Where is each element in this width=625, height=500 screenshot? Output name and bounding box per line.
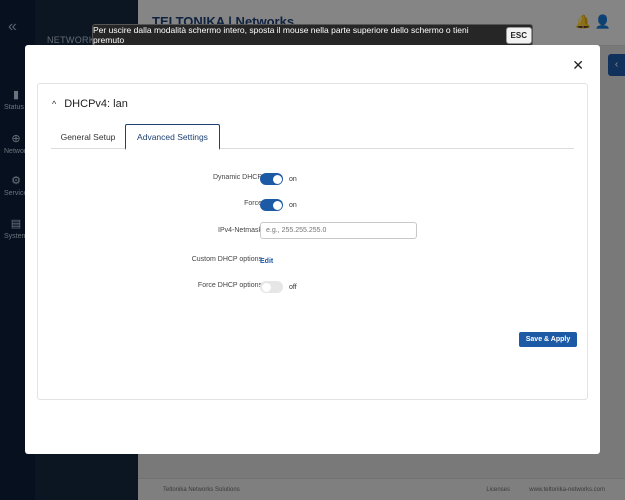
force-state: on: [289, 201, 297, 209]
fullscreen-notice-text: Per uscire dalla modalità schermo intero…: [93, 25, 469, 45]
dhcp-panel: ^ DHCPv4: lan General Setup Advanced Set…: [37, 83, 588, 400]
tab-advanced-settings[interactable]: Advanced Settings: [125, 124, 220, 150]
dynamic-dhcp-label: Dynamic DHCP: [212, 174, 262, 181]
tab-bar: General Setup Advanced Settings: [51, 124, 574, 150]
chevron-up-icon[interactable]: ^: [52, 99, 56, 109]
custom-dhcp-options-label: Custom DHCP options: [191, 256, 262, 263]
force-toggle[interactable]: [260, 199, 283, 211]
ipv4-netmask-label: IPv4-Netmask: [218, 227, 262, 234]
force-dhcp-options-state: off: [289, 283, 297, 291]
section-title: DHCPv4: lan: [64, 98, 128, 110]
dhcp-modal: ✕ ^ DHCPv4: lan General Setup Advanced S…: [25, 45, 600, 454]
force-dhcp-options-row: Force DHCP options off: [38, 280, 587, 294]
esc-key-badge: ESC: [505, 26, 532, 44]
section-header[interactable]: ^ DHCPv4: lan: [52, 98, 128, 110]
ipv4-netmask-row: IPv4-Netmask: [38, 221, 587, 239]
force-row: Force on: [38, 198, 587, 212]
fullscreen-notice: Per uscire dalla modalità schermo intero…: [92, 24, 533, 46]
dynamic-dhcp-state: on: [289, 175, 297, 183]
dynamic-dhcp-row: Dynamic DHCP on: [38, 172, 587, 186]
force-dhcp-options-label: Force DHCP options: [197, 282, 262, 289]
edit-link[interactable]: Edit: [260, 258, 273, 265]
force-dhcp-options-toggle[interactable]: [260, 281, 283, 293]
tab-general-setup[interactable]: General Setup: [51, 124, 125, 149]
ipv4-netmask-input[interactable]: [260, 221, 417, 239]
custom-dhcp-options-row: Custom DHCP options Edit: [38, 254, 587, 268]
close-icon[interactable]: ✕: [572, 57, 584, 74]
save-apply-button[interactable]: Save & Apply: [519, 332, 577, 347]
dynamic-dhcp-toggle[interactable]: [260, 173, 283, 185]
